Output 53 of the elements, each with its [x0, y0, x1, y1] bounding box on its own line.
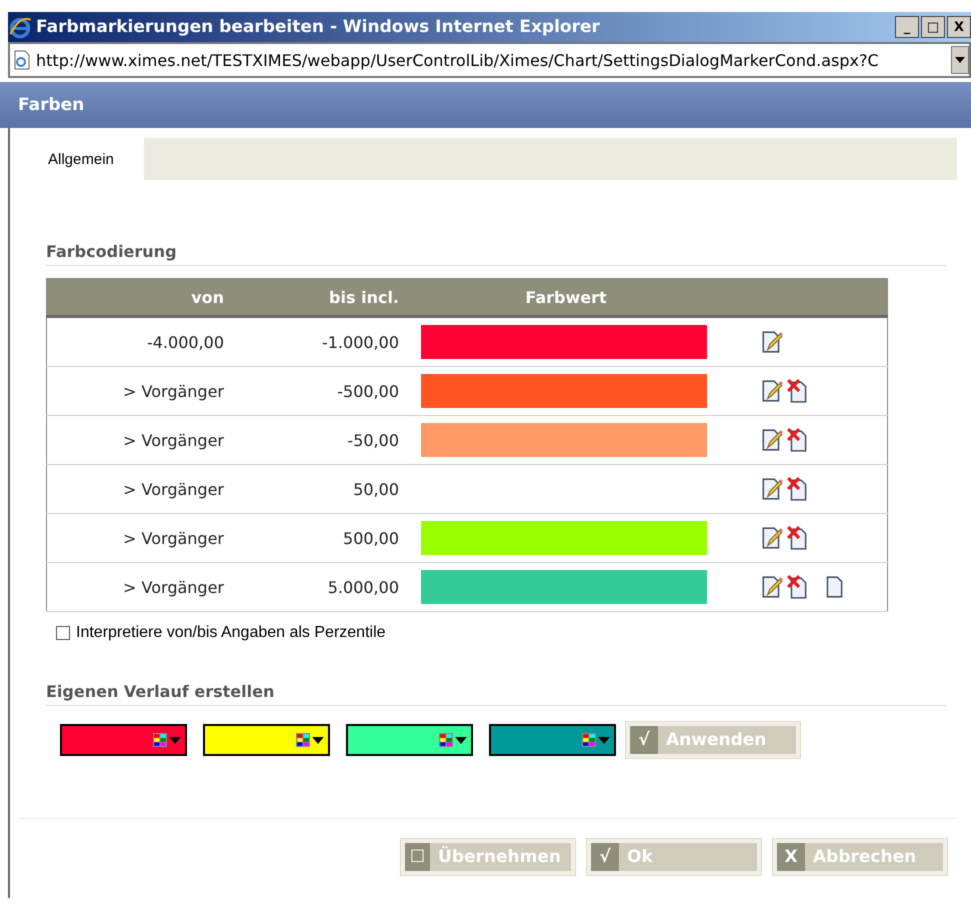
window-control-button[interactable]: _	[895, 16, 919, 38]
dropdown-button[interactable]	[951, 46, 969, 74]
dialog-title: Farben	[18, 95, 84, 115]
section-heading: Farbcodierung	[46, 242, 947, 266]
table-cell: -50,00	[228, 416, 419, 464]
palette-icon	[439, 733, 453, 747]
caret-icon	[955, 57, 965, 63]
table-cell: 500,00	[228, 514, 419, 562]
table-cell: > Vorgänger	[46, 416, 228, 464]
palette-icon	[296, 733, 310, 747]
checkbox[interactable]	[56, 626, 70, 640]
window-title: Farbmarkierungen bearbeiten - Windows Internet Explorer	[36, 17, 601, 37]
caret-icon	[598, 736, 610, 744]
delete-icon[interactable]	[787, 526, 809, 550]
caret-icon	[312, 736, 324, 744]
caret-icon	[455, 736, 467, 744]
window-control-button[interactable]: X	[947, 16, 971, 38]
table-cell: > Vorgänger	[46, 514, 228, 562]
delete-icon[interactable]	[787, 575, 809, 599]
window-control-button[interactable]: □	[921, 16, 945, 38]
color-picker[interactable]	[489, 724, 616, 756]
table-cell: 5.000,00	[228, 562, 419, 612]
browser-logo-icon	[8, 15, 32, 39]
table-cell: > Vorgänger	[46, 464, 228, 514]
delete-icon[interactable]	[787, 379, 809, 403]
edit-icon[interactable]	[761, 477, 783, 501]
table-cell: > Vorgänger	[46, 366, 228, 416]
edit-icon[interactable]	[761, 379, 783, 403]
palette-icon	[153, 733, 167, 747]
edit-icon[interactable]	[761, 330, 783, 354]
column-header: bis incl.	[228, 278, 419, 316]
caret-icon	[169, 736, 181, 744]
column-header: Farbwert	[419, 278, 712, 316]
tab[interactable]: Allgemein	[18, 138, 144, 180]
edit-icon[interactable]	[761, 575, 783, 599]
color-picker[interactable]	[203, 724, 330, 756]
address-field[interactable]: http://www.ximes.net/TESTXIMES/webapp/UserControlLib/Ximes/Chart/SettingsDialogMarkerCond.aspx?C	[8, 42, 971, 78]
edit-icon[interactable]	[761, 428, 783, 452]
table-cell: -4.000,00	[46, 316, 228, 366]
page-icon	[12, 50, 32, 70]
table-cell: -1.000,00	[228, 316, 419, 366]
column-header: von	[46, 278, 228, 316]
checkbox-label: Interpretiere von/bis Angaben als Perzentile	[76, 624, 386, 642]
palette-icon	[582, 733, 596, 747]
color-picker[interactable]	[346, 724, 473, 756]
edit-icon[interactable]	[761, 526, 783, 550]
section-heading: Eigenen Verlauf erstellen	[46, 682, 947, 706]
delete-icon[interactable]	[787, 477, 809, 501]
table-cell: -500,00	[228, 366, 419, 416]
table-cell: > Vorgänger	[46, 562, 228, 612]
table-cell: 50,00	[228, 464, 419, 514]
color-picker[interactable]	[60, 724, 187, 756]
delete-icon[interactable]	[787, 428, 809, 452]
